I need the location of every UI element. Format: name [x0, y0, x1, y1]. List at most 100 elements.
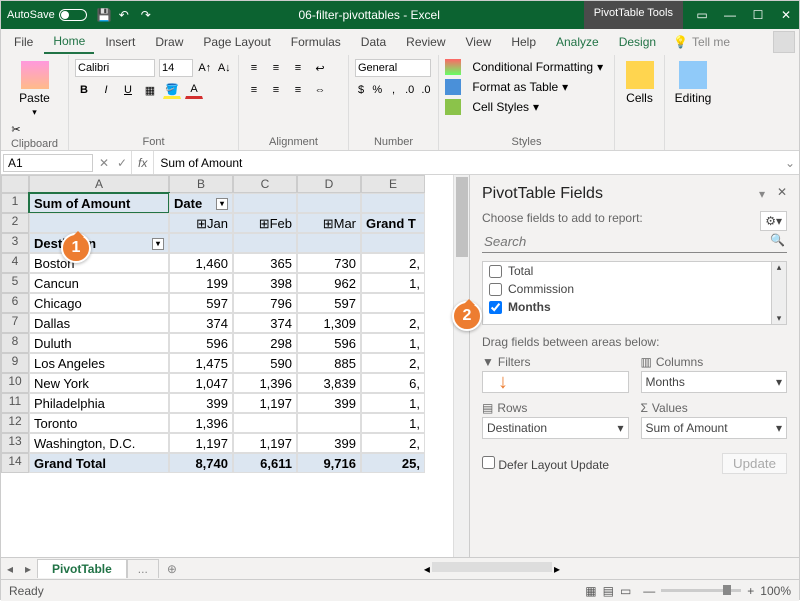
enter-formula-icon[interactable]: ✓	[113, 156, 131, 170]
save-icon[interactable]: 💾	[97, 8, 111, 22]
number-format-combo[interactable]	[355, 59, 431, 77]
tab-draw[interactable]: Draw	[146, 31, 192, 53]
tab-review[interactable]: Review	[397, 31, 454, 53]
minimize-icon[interactable]: —	[723, 8, 737, 22]
merge-center-icon[interactable]: ⇔	[311, 81, 329, 99]
pane-subtitle: Choose fields to add to report:	[482, 211, 787, 225]
fieldlist-scrollbar[interactable]: ▴ ▾	[771, 262, 786, 324]
font-name-combo[interactable]	[75, 59, 155, 77]
cell-styles-button[interactable]: Cell Styles▾	[445, 99, 608, 115]
vertical-scrollbar[interactable]	[453, 175, 469, 557]
align-top-icon[interactable]: ≡	[245, 59, 263, 77]
wrap-text-icon[interactable]: ↩	[311, 59, 329, 77]
tab-design[interactable]: Design	[610, 31, 665, 53]
view-pagelayout-icon[interactable]: ▤	[603, 584, 614, 598]
align-left-icon[interactable]: ≡	[245, 81, 263, 99]
maximize-icon[interactable]: ☐	[751, 8, 765, 22]
ribbon-options-icon[interactable]: ▭	[695, 8, 709, 22]
close-icon[interactable]: ✕	[779, 8, 793, 22]
columns-area-label: ▥Columns	[641, 355, 788, 369]
defer-checkbox[interactable]: Defer Layout Update	[482, 456, 609, 472]
cells-button[interactable]: Cells	[621, 59, 658, 107]
cut-icon[interactable]: ✂	[7, 120, 25, 138]
align-center-icon[interactable]: ≡	[267, 81, 285, 99]
field-search-input[interactable]	[482, 231, 787, 253]
tab-data[interactable]: Data	[352, 31, 395, 53]
decrease-font-icon[interactable]: A↓	[217, 59, 233, 77]
tab-formulas[interactable]: Formulas	[282, 31, 350, 53]
new-sheet-button[interactable]: ⊕	[159, 560, 185, 578]
formula-input[interactable]	[154, 155, 781, 171]
fx-button[interactable]: fx	[131, 151, 154, 174]
zoom-slider[interactable]	[661, 589, 741, 592]
font-size-combo[interactable]	[159, 59, 193, 77]
tab-view[interactable]: View	[457, 31, 501, 53]
tab-insert[interactable]: Insert	[96, 31, 144, 53]
italic-button[interactable]: I	[97, 81, 115, 99]
pane-gear-icon[interactable]: ⚙▾	[760, 211, 787, 231]
title-bar: AutoSave 💾 ↶ ↷ 06-filter-pivottables - E…	[1, 1, 799, 29]
border-button[interactable]: ▦	[141, 81, 159, 99]
tab-help[interactable]: Help	[502, 31, 545, 53]
field-item-commission[interactable]: Commission	[483, 280, 786, 298]
autosave-toggle[interactable]: AutoSave	[7, 9, 87, 21]
contextual-tab-label: PivotTable Tools	[584, 1, 683, 29]
align-right-icon[interactable]: ≡	[289, 81, 307, 99]
currency-icon[interactable]: $	[355, 81, 367, 99]
tab-analyze[interactable]: Analyze	[547, 31, 608, 53]
callout-2: 2	[452, 301, 482, 331]
increase-font-icon[interactable]: A↑	[197, 59, 213, 77]
editing-icon	[679, 61, 707, 89]
sheet-tab-more[interactable]: ...	[127, 559, 159, 578]
pane-menu-icon[interactable]: ▾	[759, 187, 765, 201]
view-pagebreak-icon[interactable]: ▭	[620, 584, 631, 598]
comma-icon[interactable]: ,	[387, 81, 399, 99]
decrease-decimal-icon[interactable]: .0	[420, 81, 432, 99]
view-normal-icon[interactable]: ▦	[585, 584, 596, 598]
field-item-total[interactable]: Total	[483, 262, 786, 280]
clipboard-icon	[21, 61, 49, 89]
conditional-formatting-button[interactable]: Conditional Formatting▾	[445, 59, 608, 75]
tab-home[interactable]: Home	[44, 30, 94, 54]
worksheet[interactable]: ABCDE1Sum of AmountDate ▾2⊞Jan⊞Feb⊞MarGr…	[1, 175, 453, 557]
underline-button[interactable]: U	[119, 81, 137, 99]
expand-formula-icon[interactable]: ⌄	[781, 156, 799, 170]
pane-close-icon[interactable]: ✕	[777, 185, 787, 199]
values-area-label: ΣValues	[641, 401, 788, 415]
align-bottom-icon[interactable]: ≡	[289, 59, 307, 77]
rows-dropzone[interactable]: Destination▾	[482, 417, 629, 439]
callout-arrow-icon: ↓	[498, 371, 508, 394]
undo-icon[interactable]: ↶	[119, 8, 133, 22]
zoom-out-button[interactable]: —	[643, 584, 655, 598]
horizontal-scrollbar[interactable]: ◂▸	[185, 562, 799, 576]
increase-decimal-icon[interactable]: .0	[404, 81, 416, 99]
name-box[interactable]	[3, 154, 93, 172]
field-list[interactable]: Total Commission Months ▴ ▾	[482, 261, 787, 325]
tell-me[interactable]: 💡Tell me	[673, 35, 730, 49]
fill-color-button[interactable]: 🪣	[163, 81, 181, 99]
cancel-formula-icon[interactable]: ✕	[95, 156, 113, 170]
tab-nav-prev[interactable]: ◂	[1, 562, 19, 576]
sheet-tab-pivottable[interactable]: PivotTable	[37, 559, 127, 578]
tab-file[interactable]: File	[5, 31, 42, 53]
align-middle-icon[interactable]: ≡	[267, 59, 285, 77]
redo-icon[interactable]: ↷	[141, 8, 155, 22]
paste-button[interactable]: Paste▾	[7, 59, 62, 120]
field-item-months[interactable]: Months	[483, 298, 786, 316]
bold-button[interactable]: B	[75, 81, 93, 99]
values-dropzone[interactable]: Sum of Amount▾	[641, 417, 788, 439]
format-as-table-button[interactable]: Format as Table▾	[445, 79, 608, 95]
rows-area-label: ▤Rows	[482, 401, 629, 415]
tab-nav-next[interactable]: ▸	[19, 562, 37, 576]
percent-icon[interactable]: %	[371, 81, 383, 99]
tab-pagelayout[interactable]: Page Layout	[194, 31, 279, 53]
status-bar: Ready ▦ ▤ ▭ — + 100%	[1, 579, 799, 601]
ribbon: Paste▾ ✂ Clipboard A↑ A↓ B I U ▦ 🪣 A Fon…	[1, 55, 799, 151]
zoom-in-button[interactable]: +	[747, 584, 754, 598]
ribbon-tabs: File Home Insert Draw Page Layout Formul…	[1, 29, 799, 55]
share-button[interactable]	[773, 31, 795, 53]
font-color-button[interactable]: A	[185, 81, 203, 99]
update-button[interactable]: Update	[722, 453, 787, 474]
editing-button[interactable]: Editing	[671, 59, 715, 107]
columns-dropzone[interactable]: Months▾	[641, 371, 788, 393]
